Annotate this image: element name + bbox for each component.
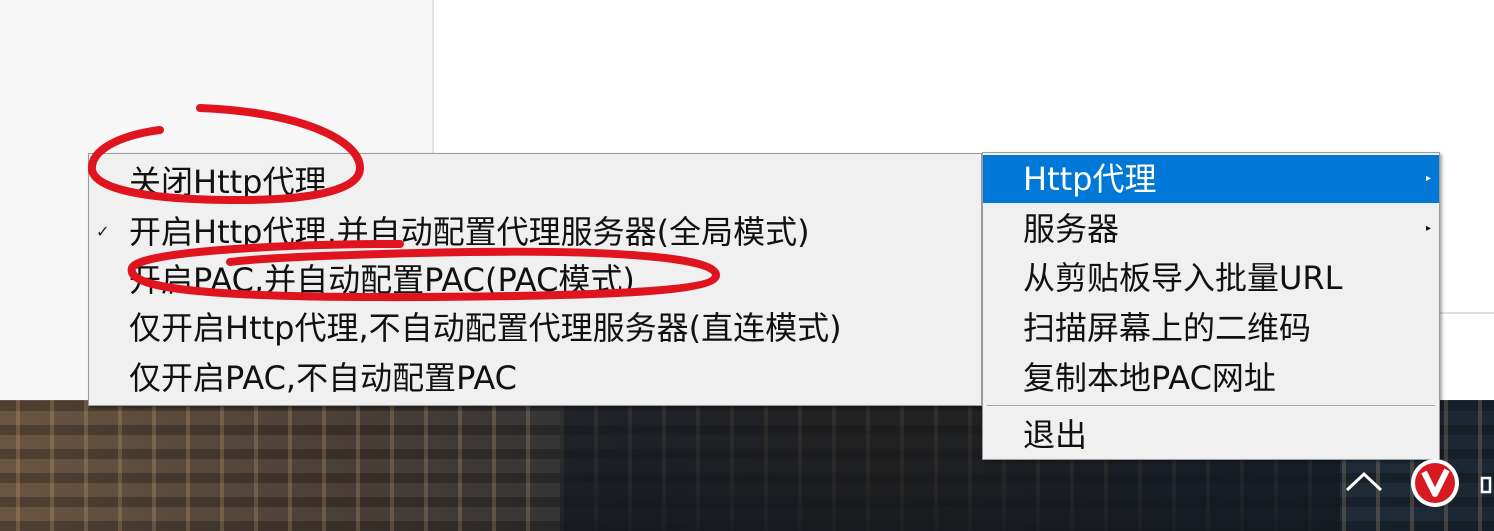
http-proxy-submenu: 关闭Http代理 ✓ 开启Http代理,并自动配置代理服务器(全局模式) 开启P… xyxy=(88,153,982,406)
menu-item-http-proxy[interactable]: Http代理 ▸ xyxy=(983,155,1439,203)
menu-item-label: 开启Http代理,并自动配置代理服务器(全局模式) xyxy=(129,213,810,251)
menu-item-copy-pac-url[interactable]: 复制本地PAC网址 xyxy=(983,354,1439,402)
background-divider xyxy=(1438,312,1494,314)
menu-item-label: 开启PAC,并自动配置PAC(PAC模式) xyxy=(129,261,635,299)
menu-item-scan-qr-code[interactable]: 扫描屏幕上的二维码 xyxy=(983,304,1439,352)
speaker-icon[interactable] xyxy=(1478,470,1494,500)
menu-item-exit[interactable]: 退出 xyxy=(983,411,1439,459)
menu-separator xyxy=(987,405,1435,406)
menu-item-import-from-clipboard[interactable]: 从剪贴板导入批量URL xyxy=(983,254,1439,302)
menu-item-label: Http代理 xyxy=(1023,160,1157,198)
menu-item-global-mode[interactable]: ✓ 开启Http代理,并自动配置代理服务器(全局模式) xyxy=(89,208,981,256)
tray-context-menu: Http代理 ▸ 服务器 ▸ 从剪贴板导入批量URL 扫描屏幕上的二维码 复制本… xyxy=(982,152,1440,460)
v2ray-icon[interactable] xyxy=(1410,458,1460,508)
chevron-up-icon[interactable] xyxy=(1344,462,1384,502)
menu-item-pac-only[interactable]: 仅开启PAC,不自动配置PAC xyxy=(89,354,981,402)
menu-item-label: 关闭Http代理 xyxy=(129,163,327,201)
menu-item-direct-mode[interactable]: 仅开启Http代理,不自动配置代理服务器(直连模式) xyxy=(89,304,981,352)
menu-item-label: 从剪贴板导入批量URL xyxy=(1023,259,1343,297)
menu-item-label: 仅开启Http代理,不自动配置代理服务器(直连模式) xyxy=(129,309,842,347)
menu-item-label: 仅开启PAC,不自动配置PAC xyxy=(129,359,518,397)
check-icon: ✓ xyxy=(96,222,110,241)
menu-item-pac-mode[interactable]: 开启PAC,并自动配置PAC(PAC模式) xyxy=(89,256,981,304)
menu-item-label: 退出 xyxy=(1023,416,1088,454)
menu-item-label: 服务器 xyxy=(1023,210,1120,248)
submenu-arrow-icon: ▸ xyxy=(1425,173,1431,184)
submenu-arrow-icon: ▸ xyxy=(1425,223,1431,234)
menu-item-disable-http-proxy[interactable]: 关闭Http代理 xyxy=(89,158,981,206)
menu-item-label: 复制本地PAC网址 xyxy=(1023,359,1276,397)
menu-item-label: 扫描屏幕上的二维码 xyxy=(1023,309,1312,347)
menu-item-servers[interactable]: 服务器 ▸ xyxy=(983,205,1439,253)
